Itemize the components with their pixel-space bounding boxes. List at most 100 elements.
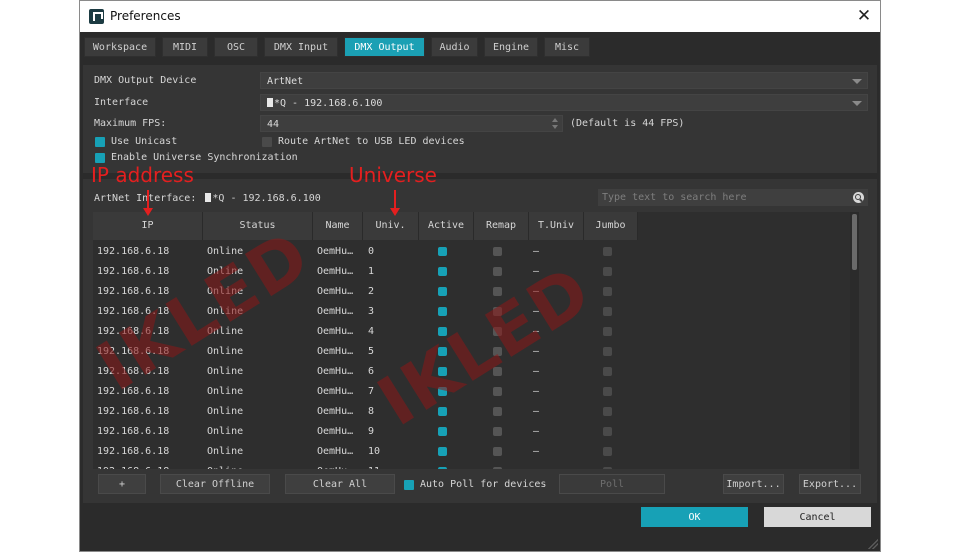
route-artnet-checkbox[interactable] bbox=[262, 137, 272, 147]
ip-address-annotation: IP address bbox=[91, 163, 194, 187]
cell-ip: 192.168.6.18 bbox=[97, 406, 170, 417]
auto-poll-checkbox[interactable] bbox=[404, 480, 414, 490]
add-device-button[interactable]: + bbox=[98, 474, 146, 494]
tab-audio[interactable]: Audio bbox=[431, 37, 478, 57]
cell-name: OemHu… bbox=[317, 406, 354, 417]
universe-sync-checkbox[interactable] bbox=[95, 153, 105, 163]
cell-ip: 192.168.6.18 bbox=[97, 426, 170, 437]
search-placeholder: Type text to search here bbox=[602, 192, 747, 203]
search-input[interactable]: Type text to search here bbox=[598, 189, 868, 206]
cell-ip: 192.168.6.18 bbox=[97, 266, 170, 277]
ip-arrow-line bbox=[147, 190, 149, 210]
cell-univ: 0 bbox=[368, 246, 375, 257]
cell-status: Online bbox=[207, 446, 244, 457]
unknown-glyph-icon bbox=[267, 98, 273, 107]
export-button[interactable]: Export... bbox=[799, 474, 861, 494]
cell-ip: 192.168.6.18 bbox=[97, 246, 170, 257]
resize-grip-icon[interactable] bbox=[868, 539, 878, 549]
tab-dmx-output[interactable]: DMX Output bbox=[344, 37, 425, 57]
jumbo-checkbox[interactable] bbox=[603, 267, 612, 276]
tab-dmx-input[interactable]: DMX Input bbox=[264, 37, 338, 57]
active-checkbox[interactable] bbox=[438, 267, 447, 276]
tab-workspace[interactable]: Workspace bbox=[84, 37, 156, 57]
import-button[interactable]: Import... bbox=[723, 474, 784, 494]
chevron-down-icon bbox=[852, 101, 862, 106]
max-fps-spinbox[interactable]: 44 bbox=[260, 115, 563, 132]
clear-all-button[interactable]: Clear All bbox=[285, 474, 395, 494]
active-checkbox[interactable] bbox=[438, 247, 447, 256]
tab-misc[interactable]: Misc bbox=[544, 37, 590, 57]
jumbo-checkbox[interactable] bbox=[603, 367, 612, 376]
column-header-ip[interactable]: IP bbox=[93, 212, 203, 240]
use-unicast-checkbox[interactable] bbox=[95, 137, 105, 147]
jumbo-checkbox[interactable] bbox=[603, 467, 612, 469]
table-row[interactable]: 192.168.6.18 Online OemHu… 9 – bbox=[93, 422, 638, 442]
remap-checkbox[interactable] bbox=[493, 267, 502, 276]
interface-select[interactable]: *Q - 192.168.6.100 bbox=[260, 94, 868, 111]
remap-checkbox[interactable] bbox=[493, 247, 502, 256]
scrollbar-thumb[interactable] bbox=[852, 214, 857, 270]
cell-univ: 11 bbox=[368, 462, 380, 469]
universe-sync-label: Enable Universe Synchronization bbox=[111, 152, 298, 163]
tab-engine[interactable]: Engine bbox=[484, 37, 538, 57]
remap-checkbox[interactable] bbox=[493, 467, 502, 469]
cell-status: Online bbox=[207, 462, 243, 469]
tab-midi[interactable]: MIDI bbox=[162, 37, 208, 57]
remap-checkbox[interactable] bbox=[493, 427, 502, 436]
column-header-remap[interactable]: Remap bbox=[474, 212, 529, 240]
cell-tuniv: – bbox=[533, 366, 540, 377]
jumbo-checkbox[interactable] bbox=[603, 427, 612, 436]
cell-ip: 192.168.6.18 bbox=[97, 446, 170, 457]
cell-tuniv: – bbox=[533, 386, 540, 397]
cell-tuniv: – bbox=[533, 426, 540, 437]
device-select[interactable]: ArtNet bbox=[260, 72, 868, 89]
ok-button[interactable]: OK bbox=[641, 507, 748, 527]
table-scrollbar[interactable] bbox=[850, 212, 859, 469]
close-icon[interactable]: ✕ bbox=[848, 1, 880, 32]
table-row[interactable]: 192.168.6.18 Online OemHu… 11 – bbox=[93, 462, 638, 469]
remap-checkbox[interactable] bbox=[493, 407, 502, 416]
table-row[interactable]: 192.168.6.18 Online OemHu… 10 – bbox=[93, 442, 638, 462]
poll-button[interactable]: Poll bbox=[559, 474, 665, 494]
cell-status: Online bbox=[207, 386, 244, 397]
jumbo-checkbox[interactable] bbox=[603, 287, 612, 296]
cancel-button[interactable]: Cancel bbox=[764, 507, 871, 527]
cell-tuniv: – bbox=[533, 246, 540, 257]
column-header-active[interactable]: Active bbox=[419, 212, 474, 240]
active-checkbox[interactable] bbox=[438, 427, 447, 436]
cell-name: OemHu… bbox=[317, 286, 354, 297]
cell-tuniv: – bbox=[533, 446, 540, 457]
cell-univ: 1 bbox=[368, 266, 375, 277]
clear-offline-button[interactable]: Clear Offline bbox=[160, 474, 270, 494]
universe-arrow-line bbox=[394, 190, 396, 210]
search-icon[interactable] bbox=[853, 192, 864, 203]
remap-checkbox[interactable] bbox=[493, 447, 502, 456]
tab-osc[interactable]: OSC bbox=[214, 37, 258, 57]
auto-poll-label: Auto Poll for devices bbox=[420, 479, 547, 490]
jumbo-checkbox[interactable] bbox=[603, 347, 612, 356]
cell-univ: 8 bbox=[368, 406, 375, 417]
table-row[interactable]: 192.168.6.18 Online OemHu… 7– bbox=[93, 382, 638, 402]
jumbo-checkbox[interactable] bbox=[603, 447, 612, 456]
active-checkbox[interactable] bbox=[438, 307, 447, 316]
jumbo-checkbox[interactable] bbox=[603, 387, 612, 396]
column-header-univ[interactable]: Univ. bbox=[363, 212, 419, 240]
active-checkbox[interactable] bbox=[438, 467, 447, 469]
spin-arrows-icon[interactable] bbox=[552, 118, 558, 130]
table-row[interactable]: 192.168.6.18 Online OemHu… 8 – bbox=[93, 402, 638, 422]
remap-checkbox[interactable] bbox=[493, 387, 502, 396]
jumbo-checkbox[interactable] bbox=[603, 327, 612, 336]
active-checkbox[interactable] bbox=[438, 447, 447, 456]
cell-univ: 10 bbox=[368, 446, 381, 457]
jumbo-checkbox[interactable] bbox=[603, 247, 612, 256]
jumbo-checkbox[interactable] bbox=[603, 307, 612, 316]
column-header-tuniv[interactable]: T.Univ bbox=[529, 212, 584, 240]
max-fps-label: Maximum FPS: bbox=[94, 118, 167, 129]
window-title: Preferences bbox=[110, 9, 181, 23]
cell-univ: 5 bbox=[368, 346, 375, 357]
column-header-jumbo[interactable]: Jumbo bbox=[584, 212, 638, 240]
chevron-down-icon bbox=[852, 79, 862, 84]
column-header-name[interactable]: Name bbox=[313, 212, 363, 240]
active-checkbox[interactable] bbox=[438, 287, 447, 296]
jumbo-checkbox[interactable] bbox=[603, 407, 612, 416]
